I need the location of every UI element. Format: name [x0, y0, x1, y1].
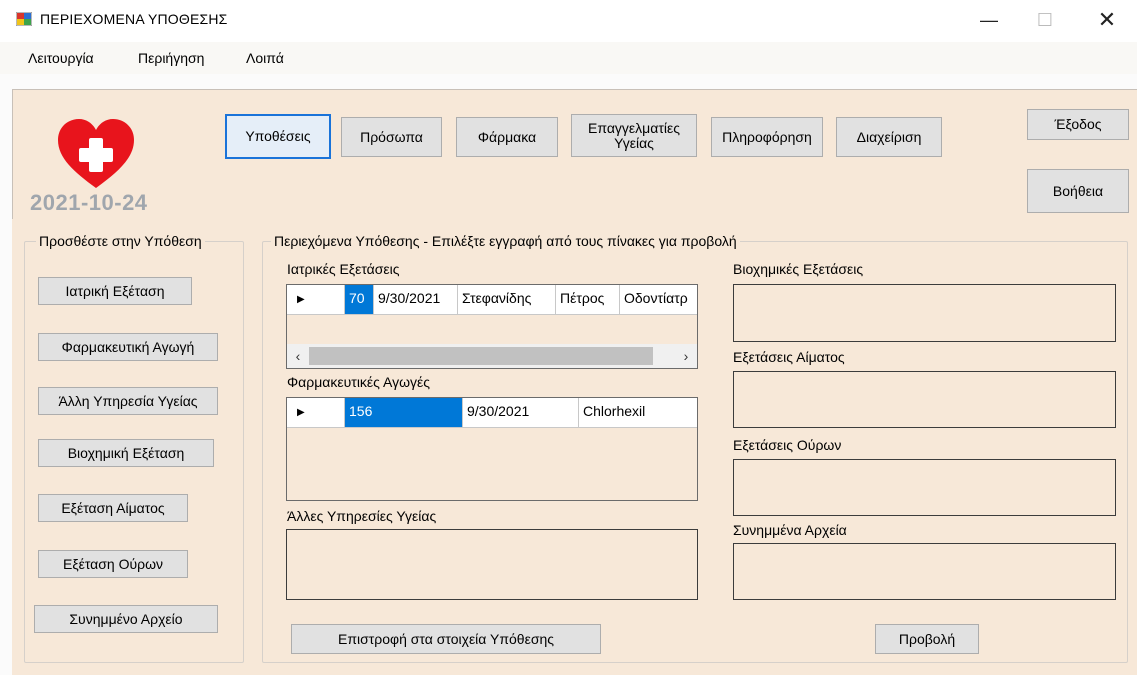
nav-information-button[interactable]: Πληροφόρηση: [711, 117, 823, 157]
app-window-icon: [16, 12, 32, 26]
add-medical-exam-button[interactable]: Ιατρική Εξέταση: [38, 277, 192, 305]
scroll-left-icon[interactable]: ‹: [287, 344, 309, 368]
nav-persons-button[interactable]: Πρόσωπα: [341, 117, 442, 157]
menu-item-loipa[interactable]: Λοιπά: [246, 50, 284, 66]
close-button[interactable]: ✕: [1084, 0, 1130, 40]
add-attachment-button[interactable]: Συνημμένο Αρχείο: [34, 605, 218, 633]
pharma-treatments-label: Φαρμακευτικές Αγωγές: [287, 374, 431, 390]
attachments-label: Συνημμένα Αρχεία: [733, 522, 847, 538]
current-date: 2021-10-24: [30, 190, 148, 215]
row-selector-icon: ▶: [287, 285, 345, 315]
add-urine-exam-button[interactable]: Εξέταση Ούρων: [38, 550, 188, 578]
urine-exams-label: Εξετάσεις Ούρων: [733, 437, 842, 453]
blood-exams-list[interactable]: [733, 371, 1116, 428]
grid-cell-date[interactable]: 9/30/2021: [463, 398, 579, 428]
table-row[interactable]: ▶ 70 9/30/2021 Στεφανίδης Πέτρος Οδοντία…: [287, 285, 697, 315]
add-other-health-service-button[interactable]: Άλλη Υπηρεσία Υγείας: [38, 387, 218, 415]
medical-exams-grid[interactable]: ▶ 70 9/30/2021 Στεφανίδης Πέτρος Οδοντία…: [286, 284, 698, 369]
view-button[interactable]: Προβολή: [875, 624, 979, 654]
menu-item-leitourgia[interactable]: Λειτουργία: [28, 50, 94, 66]
add-blood-exam-button[interactable]: Εξέταση Αίματος: [38, 494, 188, 522]
back-to-case-button[interactable]: Επιστροφή στα στοιχεία Υπόθεσης: [291, 624, 601, 654]
nav-cases-button[interactable]: Υποθέσεις: [225, 114, 331, 159]
scroll-thumb[interactable]: [309, 347, 653, 365]
grid-cell-date[interactable]: 9/30/2021: [374, 285, 458, 315]
case-contents-title: Περιεχόμενα Υπόθεσης - Επιλέξτε εγγραφή …: [271, 233, 740, 249]
table-row[interactable]: ▶ 156 9/30/2021 Chlorhexil: [287, 398, 697, 428]
medical-heart-logo: [58, 119, 134, 188]
grid-cell-surname[interactable]: Στεφανίδης: [458, 285, 556, 315]
grid-cell-name[interactable]: Πέτρος: [556, 285, 620, 315]
grid-cell-drug[interactable]: Chlorhexil: [579, 398, 697, 428]
other-services-label: Άλλες Υπηρεσίες Υγείας: [287, 508, 437, 524]
nav-administration-button[interactable]: Διαχείριση: [836, 117, 942, 157]
add-pharma-treatment-button[interactable]: Φαρμακευτική Αγωγή: [38, 333, 218, 361]
menu-bar: Λειτουργία Περιήγηση Λοιπά: [0, 42, 1137, 74]
urine-exams-list[interactable]: [733, 459, 1116, 516]
attachments-list[interactable]: [733, 543, 1116, 600]
menu-item-periigisi[interactable]: Περιήγηση: [138, 50, 204, 66]
medical-exams-label: Ιατρικές Εξετάσεις: [287, 261, 400, 277]
add-biochem-exam-button[interactable]: Βιοχημική Εξέταση: [38, 439, 214, 467]
biochem-exams-list[interactable]: [733, 284, 1116, 342]
nav-drugs-button[interactable]: Φάρμακα: [456, 117, 558, 157]
row-selector-icon: ▶: [287, 398, 345, 428]
scroll-right-icon[interactable]: ›: [675, 344, 697, 368]
help-button[interactable]: Βοήθεια: [1027, 169, 1129, 213]
exit-button[interactable]: Έξοδος: [1027, 109, 1129, 140]
pharma-treatments-grid[interactable]: ▶ 156 9/30/2021 Chlorhexil: [286, 397, 698, 501]
grid-cell-id[interactable]: 156: [345, 398, 463, 428]
biochem-exams-label: Βιοχημικές Εξετάσεις: [733, 261, 864, 277]
other-services-list[interactable]: [286, 529, 698, 600]
minimize-button[interactable]: —: [966, 0, 1012, 40]
grid-cell-specialty[interactable]: Οδοντίατρ: [620, 285, 697, 315]
window-title: ΠΕΡΙΕΧΟΜΕΝΑ ΥΠΟΘΕΣΗΣ: [40, 11, 228, 27]
title-bar: ΠΕΡΙΕΧΟΜΕΝΑ ΥΠΟΘΕΣΗΣ — ☐ ✕: [0, 0, 1137, 42]
grid-cell-id[interactable]: 70: [345, 285, 374, 315]
blood-exams-label: Εξετάσεις Αίματος: [733, 349, 845, 365]
nav-health-professionals-button[interactable]: Επαγγελματίες Υγείας: [571, 114, 697, 157]
add-to-case-title: Προσθέστε στην Υπόθεση: [36, 233, 205, 249]
maximize-button[interactable]: ☐: [1022, 0, 1068, 40]
horizontal-scrollbar[interactable]: ‹ ›: [287, 344, 697, 368]
